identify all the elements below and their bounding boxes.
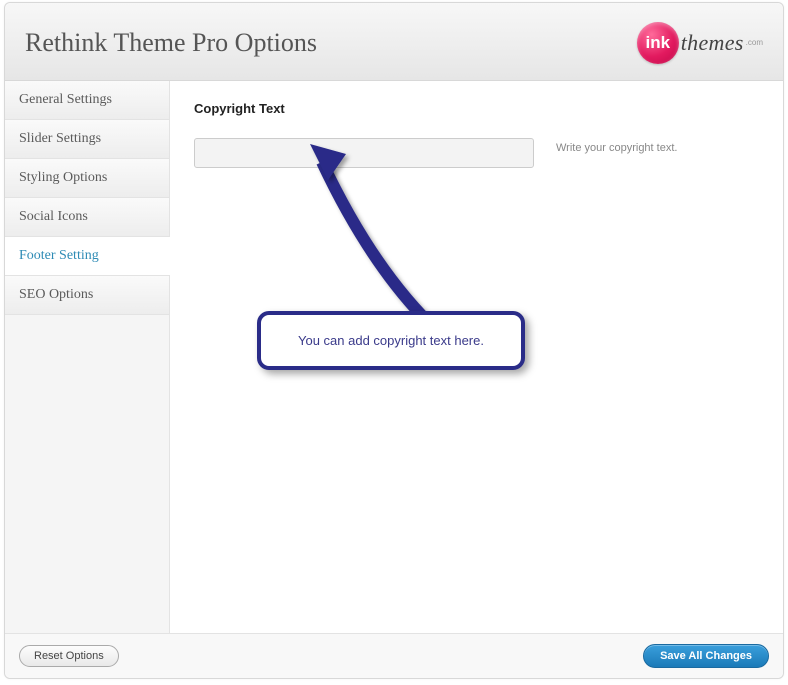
sidebar-item-label: Footer Setting (19, 248, 99, 263)
sidebar-item-label: SEO Options (19, 287, 93, 302)
reset-options-button[interactable]: Reset Options (19, 645, 119, 667)
sidebar-item-general-settings[interactable]: General Settings (5, 81, 169, 120)
callout-text: You can add copyright text here. (298, 333, 484, 348)
copyright-text-input[interactable] (194, 138, 534, 168)
panel-footer: Reset Options Save All Changes (5, 633, 783, 678)
annotation-arrow-icon (310, 144, 460, 329)
sidebar-item-styling-options[interactable]: Styling Options (5, 159, 169, 198)
sidebar-item-label: Social Icons (19, 209, 88, 224)
section-title: Copyright Text (194, 101, 759, 116)
sidebar-item-footer-setting[interactable]: Footer Setting (5, 237, 170, 276)
helper-text: Write your copyright text. (556, 138, 677, 154)
logo-text: themes (681, 30, 744, 56)
sidebar-item-label: General Settings (19, 92, 112, 107)
copyright-field-row: Write your copyright text. (194, 138, 759, 168)
sidebar-nav: General Settings Slider Settings Styling… (5, 81, 170, 633)
page-title: Rethink Theme Pro Options (25, 28, 317, 58)
save-all-changes-button[interactable]: Save All Changes (643, 644, 769, 668)
sidebar-item-slider-settings[interactable]: Slider Settings (5, 120, 169, 159)
sidebar-item-label: Slider Settings (19, 131, 101, 146)
sidebar-item-seo-options[interactable]: SEO Options (5, 276, 169, 315)
panel-header: Rethink Theme Pro Options ink themes .co… (5, 3, 783, 81)
logo-subtext: .com (746, 38, 763, 47)
sidebar-item-label: Styling Options (19, 170, 107, 185)
annotation-callout: You can add copyright text here. (257, 311, 525, 370)
logo-circle-icon: ink (637, 22, 679, 64)
panel-body: General Settings Slider Settings Styling… (5, 81, 783, 633)
main-content: Copyright Text Write your copyright text… (170, 81, 783, 633)
options-panel: Rethink Theme Pro Options ink themes .co… (4, 2, 784, 679)
sidebar-item-social-icons[interactable]: Social Icons (5, 198, 169, 237)
brand-logo: ink themes .com (637, 22, 763, 64)
